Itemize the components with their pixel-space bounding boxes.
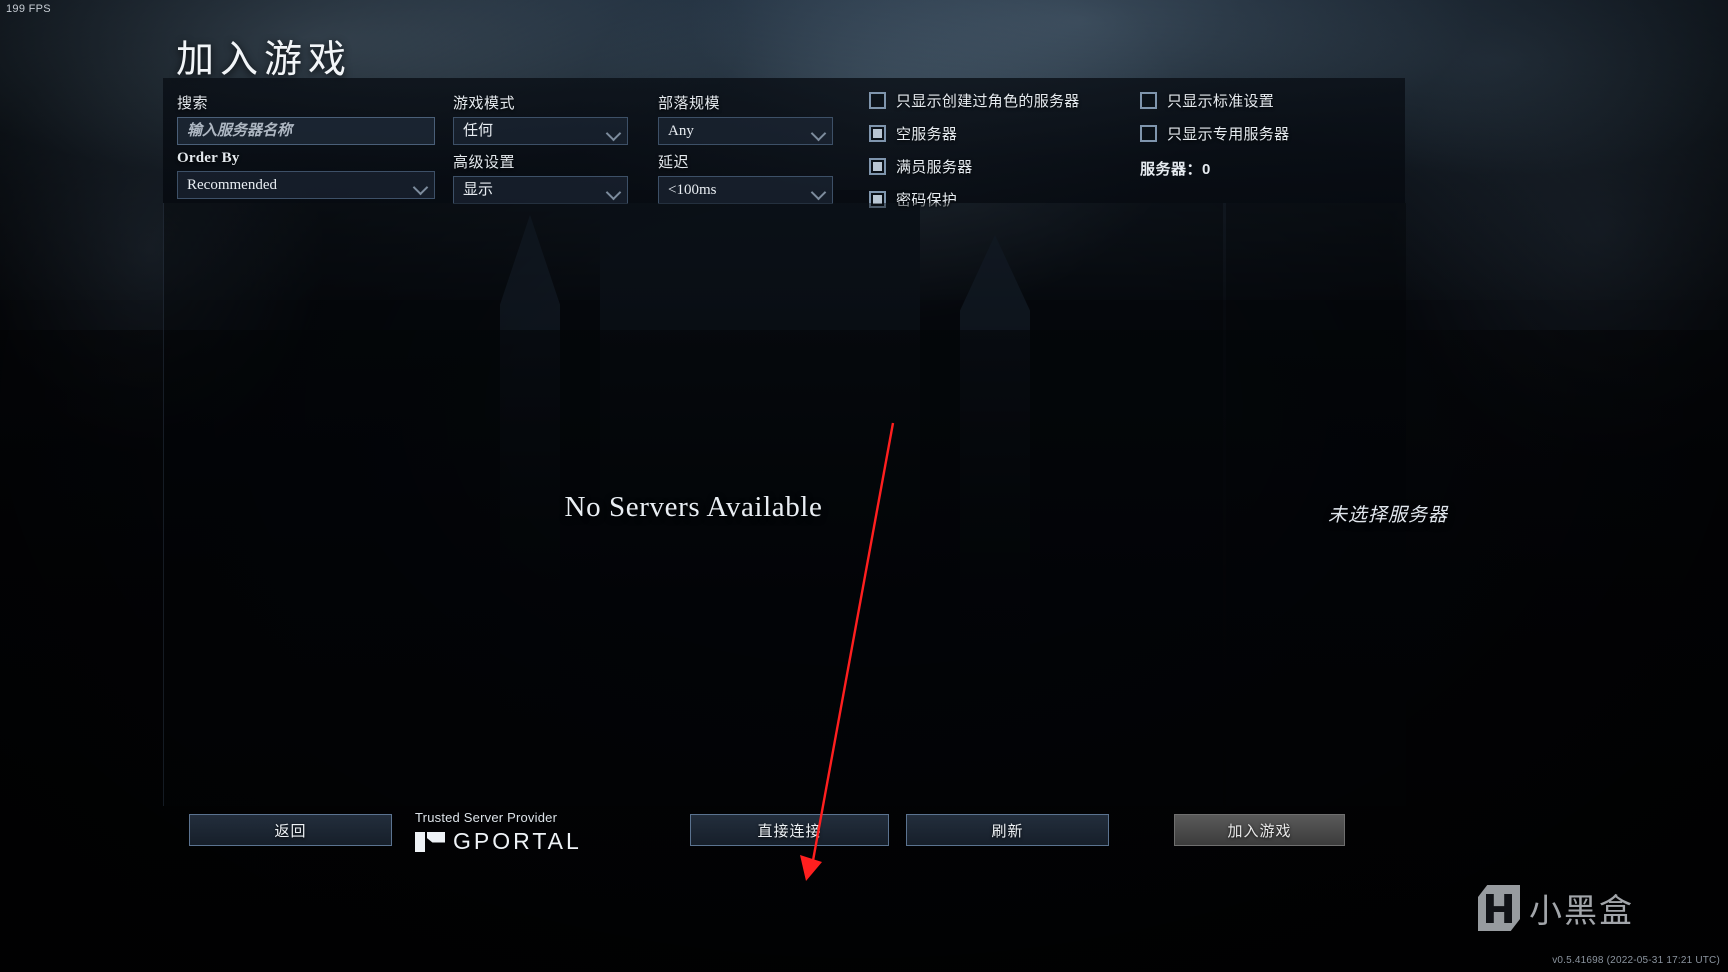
game-mode-value: 任何 xyxy=(463,122,494,139)
checkbox-row[interactable]: 只显示标准设置 xyxy=(1140,90,1289,111)
checkbox-row[interactable]: 空服务器 xyxy=(869,123,1080,144)
checkbox-dedicated-only[interactable] xyxy=(1140,125,1157,142)
checkbox-row[interactable]: 只显示专用服务器 xyxy=(1140,123,1289,144)
server-list-panel[interactable]: No Servers Available xyxy=(163,203,1223,806)
order-by-label: Order By xyxy=(177,150,240,166)
checkbox-row[interactable]: 满员服务器 xyxy=(869,156,1080,177)
gportal-mark-icon xyxy=(415,831,445,852)
checkbox-label: 满员服务器 xyxy=(896,159,973,176)
checkbox-characters-only[interactable] xyxy=(869,92,886,109)
advanced-label: 高级设置 xyxy=(453,154,516,171)
game-mode-label: 游戏模式 xyxy=(453,95,516,112)
checkbox-row[interactable]: 只显示创建过角色的服务器 xyxy=(869,90,1080,111)
clan-size-select[interactable]: Any xyxy=(658,117,833,145)
advanced-value: 显示 xyxy=(463,181,494,198)
clan-size-value: Any xyxy=(668,123,694,139)
checkbox-label: 只显示专用服务器 xyxy=(1167,126,1290,143)
version-label: v0.5.41698 (2022-05-31 17:21 UTC) xyxy=(1552,955,1720,966)
checkbox-full-servers[interactable] xyxy=(869,158,886,175)
xiaoheihe-logo-icon xyxy=(1478,885,1520,931)
join-game-button[interactable]: 加入游戏 xyxy=(1174,814,1345,846)
refresh-button[interactable]: 刷新 xyxy=(906,814,1109,846)
game-screen: 199 FPS 加入游戏 搜索 输入服务器名称 Order By Recomme… xyxy=(0,0,1728,972)
empty-list-message: No Servers Available xyxy=(564,491,823,523)
page-title: 加入游戏 xyxy=(176,39,353,81)
checkbox-empty-servers[interactable] xyxy=(869,125,886,142)
back-button[interactable]: 返回 xyxy=(189,814,392,846)
checkbox-standard-settings-only[interactable] xyxy=(1140,92,1157,109)
clan-size-column: 部落规模 Any 延迟 <100ms xyxy=(658,92,833,204)
latency-label: 延迟 xyxy=(658,154,690,171)
checkbox-label: 空服务器 xyxy=(896,126,958,143)
game-mode-column: 游戏模式 任何 高级设置 显示 xyxy=(453,92,628,204)
chevron-down-icon xyxy=(605,125,622,142)
order-by-select[interactable]: Recommended xyxy=(177,171,435,199)
watermark: 小黑盒 xyxy=(1478,884,1634,932)
server-count: 服务器：0 xyxy=(1140,161,1211,178)
advanced-select[interactable]: 显示 xyxy=(453,176,628,204)
checkbox-label: 只显示创建过角色的服务器 xyxy=(896,93,1080,110)
clan-size-label: 部落规模 xyxy=(658,95,721,112)
watermark-text: 小黑盒 xyxy=(1529,892,1634,929)
chevron-down-icon xyxy=(810,125,827,142)
provider-name: GPORTAL xyxy=(453,828,582,854)
no-selection-message: 未选择服务器 xyxy=(1327,505,1448,526)
latency-select[interactable]: <100ms xyxy=(658,176,833,204)
checkbox-label: 只显示标准设置 xyxy=(1167,93,1275,110)
order-by-value: Recommended xyxy=(187,177,277,193)
checkbox-column-2: 只显示标准设置 只显示专用服务器 服务器：0 xyxy=(1140,90,1289,179)
fps-counter: 199 FPS xyxy=(6,3,51,15)
chevron-down-icon xyxy=(412,179,429,196)
search-column: 搜索 输入服务器名称 Order By Recommended xyxy=(177,92,435,199)
search-input[interactable]: 输入服务器名称 xyxy=(177,117,435,145)
chevron-down-icon xyxy=(605,184,622,201)
search-label: 搜索 xyxy=(177,95,209,112)
latency-value: <100ms xyxy=(668,182,717,198)
gportal-branding: Trusted Server Provider GPORTAL xyxy=(415,810,582,855)
gportal-logo: GPORTAL xyxy=(415,828,582,855)
direct-connect-button[interactable]: 直接连接 xyxy=(690,814,889,846)
filter-bar: 搜索 输入服务器名称 Order By Recommended 游戏模式 任何 … xyxy=(163,78,1405,209)
chevron-down-icon xyxy=(810,184,827,201)
game-mode-select[interactable]: 任何 xyxy=(453,117,628,145)
provider-tagline: Trusted Server Provider xyxy=(415,810,558,825)
